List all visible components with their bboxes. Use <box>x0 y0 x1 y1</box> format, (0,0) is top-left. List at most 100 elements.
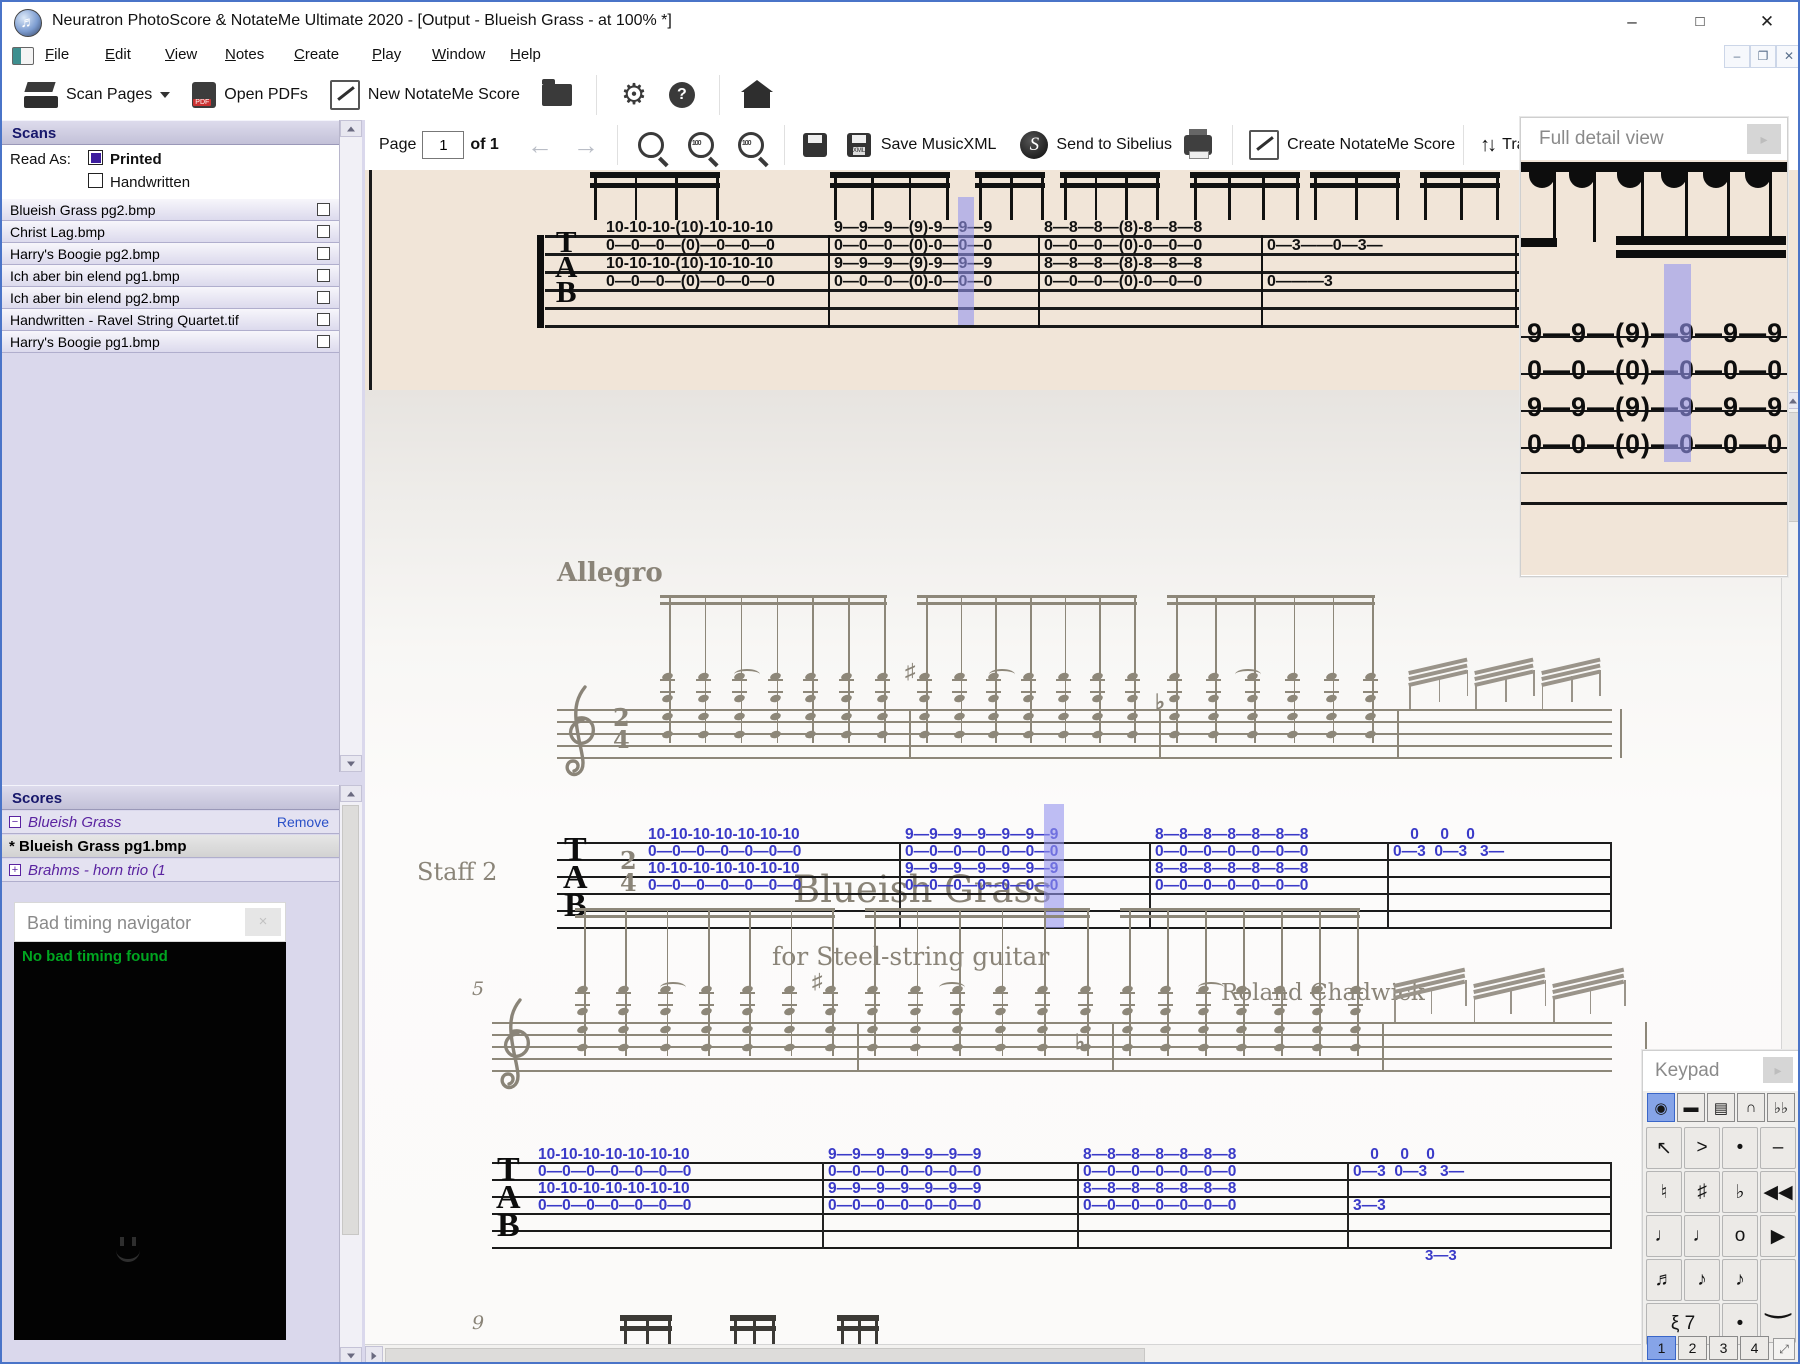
tab-numbers-row[interactable]: 10-10-10-(10)-10-10-10 <box>606 255 773 273</box>
menu-file[interactable]: File <box>42 46 72 63</box>
scrollbar-thumb[interactable] <box>342 805 359 1235</box>
scan-item-checkbox[interactable] <box>317 291 330 304</box>
tab-measure[interactable]: 0 0 0 0—3 0—3 3— <box>1387 826 1610 914</box>
menu-play[interactable]: Play <box>369 46 404 63</box>
note-column[interactable] <box>740 908 756 1068</box>
bad-timing-panel-title[interactable]: Bad timing navigator × <box>14 902 286 942</box>
note-column[interactable] <box>992 908 1009 1068</box>
selected-note-highlight[interactable] <box>958 197 975 325</box>
menu-help[interactable]: Help <box>507 46 544 63</box>
expand-icon[interactable]: + <box>9 864 21 876</box>
full-detail-panel[interactable]: Full detail view ▸ 9—9—(9)—9—9—9 0—0—(0)—… <box>1520 117 1788 577</box>
mdi-close-button[interactable]: ✕ <box>1776 45 1798 68</box>
close-icon[interactable]: × <box>245 908 281 936</box>
note-column[interactable] <box>823 908 839 1068</box>
tab-numbers-row[interactable]: 0 0 0 <box>1353 1146 1435 1164</box>
note-column[interactable] <box>616 908 632 1068</box>
scores-scrollbar[interactable] <box>339 785 362 1362</box>
note-column[interactable] <box>1363 595 1379 755</box>
tab-numbers-row[interactable]: 9—9—9—9—9—9—9 <box>905 826 1058 844</box>
tab-numbers-row[interactable]: 8—8—8—8—8—8—8 <box>1083 1180 1236 1198</box>
barlines-mode-button[interactable]: ▤ <box>1707 1093 1735 1122</box>
tab-measure[interactable]: 0—3——0—3— 0———3 <box>1261 219 1515 311</box>
keypad-layout-tab-1[interactable]: 1 <box>1647 1336 1676 1360</box>
note-column[interactable] <box>1125 595 1141 755</box>
note-column[interactable] <box>907 908 924 1068</box>
tab-numbers-row[interactable]: 10-10-10-10-10-10-10 <box>538 1180 690 1198</box>
tab-measure[interactable]: 9—9—9—9—9—9—9 0—0—0—0—0—0—0 9—9—9—9—9—9—9 0… <box>899 826 1149 914</box>
printed-checkbox[interactable] <box>88 150 103 165</box>
menu-edit[interactable]: Edit <box>102 46 134 63</box>
accidentals-mode-button[interactable]: ♭♭ <box>1767 1093 1795 1122</box>
tab-numbers-row[interactable]: 0—0—0—0—0—0—0 <box>1155 877 1308 895</box>
tab-numbers-row[interactable]: 0—0—0—0—0—0—0 <box>828 1197 981 1215</box>
tab-numbers-row[interactable]: 10-10-10-10-10-10-10 <box>538 1146 690 1164</box>
tab-numbers-row[interactable]: 3—3 <box>1353 1197 1386 1215</box>
note-column[interactable] <box>1310 908 1326 1068</box>
save-icon[interactable] <box>802 133 827 157</box>
pencil-box-icon[interactable] <box>1249 130 1280 160</box>
save-musicxml-label[interactable]: Save MusicXML <box>881 136 997 154</box>
note-column[interactable] <box>1035 908 1051 1068</box>
open-pdfs-button[interactable]: Open PDFs <box>186 78 314 112</box>
tab-measure[interactable]: 0 0 0 0—3 0—3 3— 3—3 <box>1347 1146 1610 1234</box>
keypad-accent-button[interactable]: > <box>1684 1127 1720 1169</box>
new-notateme-button[interactable]: New NotateMe Score <box>324 76 526 114</box>
tab-numbers-row[interactable]: 9—9—9—9—9—9—9 <box>828 1180 981 1198</box>
keypad-rewind-button[interactable]: ◀◀ <box>1760 1171 1796 1213</box>
chevron-down-icon[interactable] <box>160 91 171 98</box>
remove-link[interactable]: Remove <box>277 811 329 834</box>
keypad-eighth-note-alt-button[interactable]: ♪ <box>1722 1259 1758 1301</box>
scroll-down-button[interactable] <box>340 1347 362 1362</box>
keypad-quarter-note-button[interactable]: ♩ <box>1646 1215 1682 1257</box>
keypad-whole-note-button[interactable]: o <box>1722 1215 1758 1257</box>
home-button[interactable] <box>738 78 776 112</box>
note-column[interactable] <box>839 595 855 755</box>
tab-numbers-row[interactable]: 0—0—0—0—0—0—0 <box>538 1163 691 1181</box>
close-button[interactable]: ✕ <box>1744 8 1790 36</box>
tab-numbers-row[interactable]: 0—0—0—(0)-0—0—0 <box>1044 237 1202 255</box>
note-column[interactable] <box>1234 908 1250 1068</box>
tab-numbers-row[interactable]: 0—0—0—0—0—0—0 <box>905 877 1058 895</box>
tab-numbers-row[interactable]: 0—3——0—3— <box>1267 237 1383 255</box>
zoom-out-icon[interactable]: 100 <box>737 132 764 158</box>
tab-numbers-row[interactable]: 0—0—(0)—0—0—0 <box>1527 355 1783 386</box>
help-button[interactable]: ? <box>663 78 701 112</box>
tab-numbers-row[interactable]: 8—8—8—(8)-8—8—8 <box>1044 219 1202 237</box>
note-column[interactable] <box>875 595 891 755</box>
tab-numbers-row[interactable]: 0—0—0—(0)—0—0—0 <box>606 273 775 291</box>
scroll-right-button[interactable] <box>365 1346 383 1362</box>
scroll-up-button[interactable] <box>340 785 362 802</box>
score-item-brahms[interactable]: + Brahms - horn trio (1 <box>2 859 339 882</box>
tab-numbers-row[interactable]: 9—9—(9)—9—9—9 <box>1527 318 1783 349</box>
keypad-tie-slur-button[interactable]: ‿ <box>1760 1259 1796 1343</box>
tab-numbers-row[interactable]: 0—0—0—0—0—0—0 <box>1083 1197 1236 1215</box>
tab-numbers-row[interactable]: 8—8—8—8—8—8—8 <box>1155 860 1308 878</box>
scan-list-item[interactable]: Handwritten - Ravel String Quartet.tif <box>2 309 339 331</box>
panel-options-button[interactable]: ▸ <box>1747 124 1781 154</box>
note-column[interactable] <box>951 595 968 755</box>
create-notateme-label[interactable]: Create NotateMe Score <box>1287 136 1455 154</box>
tab-numbers-row[interactable]: 0—0—0—0—0—0—0 <box>905 843 1058 861</box>
scroll-up-button[interactable] <box>340 120 362 137</box>
keypad-pointer-button[interactable]: ↖ <box>1646 1127 1682 1169</box>
mdi-minimize-button[interactable]: – <box>1724 45 1750 68</box>
tab-numbers-row[interactable]: 10-10-10-10-10-10-10 <box>648 826 800 844</box>
note-column[interactable] <box>1090 595 1106 755</box>
scan-item-checkbox[interactable] <box>317 247 330 260</box>
note-column[interactable] <box>1167 595 1183 755</box>
tab-numbers-row[interactable]: 0 0 0 <box>1393 826 1475 844</box>
page-number-input[interactable] <box>422 131 465 159</box>
maximize-button[interactable]: □ <box>1677 8 1723 36</box>
note-column[interactable] <box>781 908 798 1068</box>
tab-numbers-row[interactable]: 0—0—(0)—0—0—0 <box>1527 429 1783 460</box>
minimize-button[interactable]: – <box>1609 8 1655 36</box>
printer-icon[interactable] <box>1184 129 1213 159</box>
tab-numbers-row[interactable]: 10-10-10-10-10-10-10 <box>648 860 800 878</box>
beams-mode-button[interactable]: ▬ <box>1677 1093 1705 1122</box>
note-column[interactable] <box>1120 908 1136 1068</box>
tab-numbers-row[interactable]: 9—9—(9)—9—9—9 <box>1527 392 1783 423</box>
tab-numbers-row[interactable]: 9—9—9—9—9—9—9 <box>905 860 1058 878</box>
keypad-flat-button[interactable]: ♭ <box>1722 1171 1758 1213</box>
collapse-icon[interactable]: − <box>9 816 21 828</box>
